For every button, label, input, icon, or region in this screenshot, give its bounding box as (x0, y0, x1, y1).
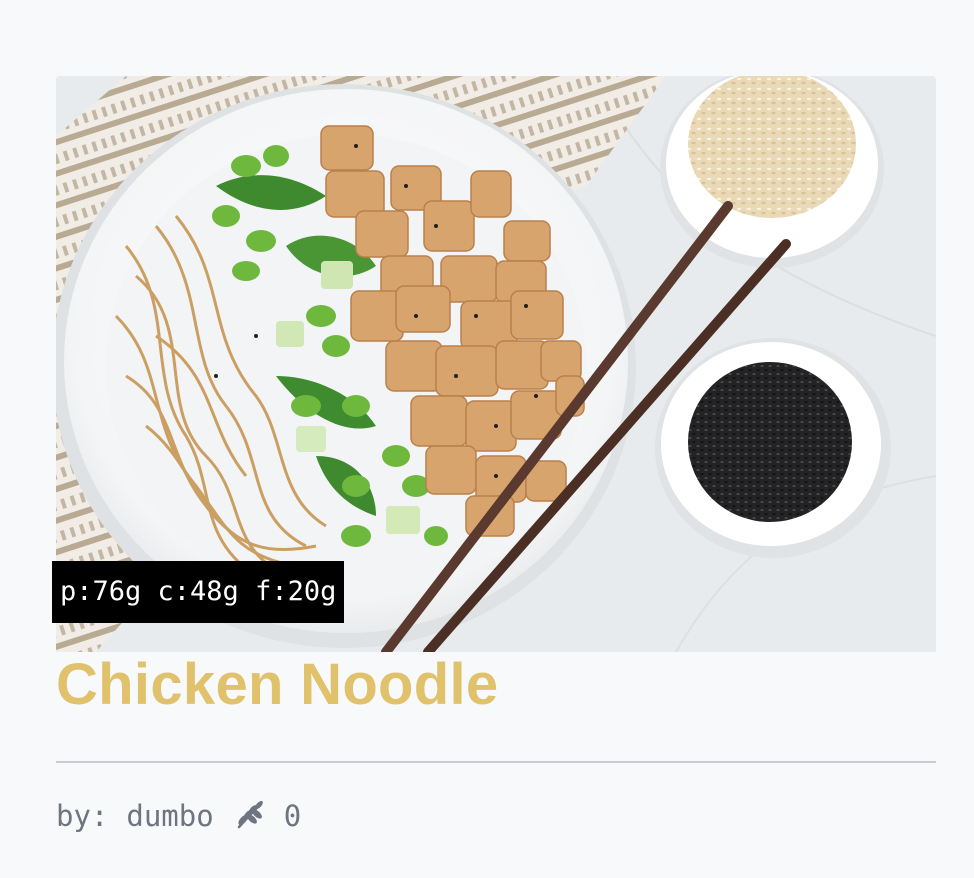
likes-count: 0 (283, 799, 302, 833)
macros-badge: p:76g c:48g f:20g (52, 561, 345, 623)
author-prefix: by: (56, 799, 109, 833)
recipe-title[interactable]: Chicken Noodle (56, 650, 499, 720)
recipe-meta: by: dumbo 0 (56, 792, 301, 840)
wheat-icon[interactable] (232, 799, 266, 833)
divider (56, 761, 936, 763)
author-name[interactable]: dumbo (126, 799, 213, 833)
